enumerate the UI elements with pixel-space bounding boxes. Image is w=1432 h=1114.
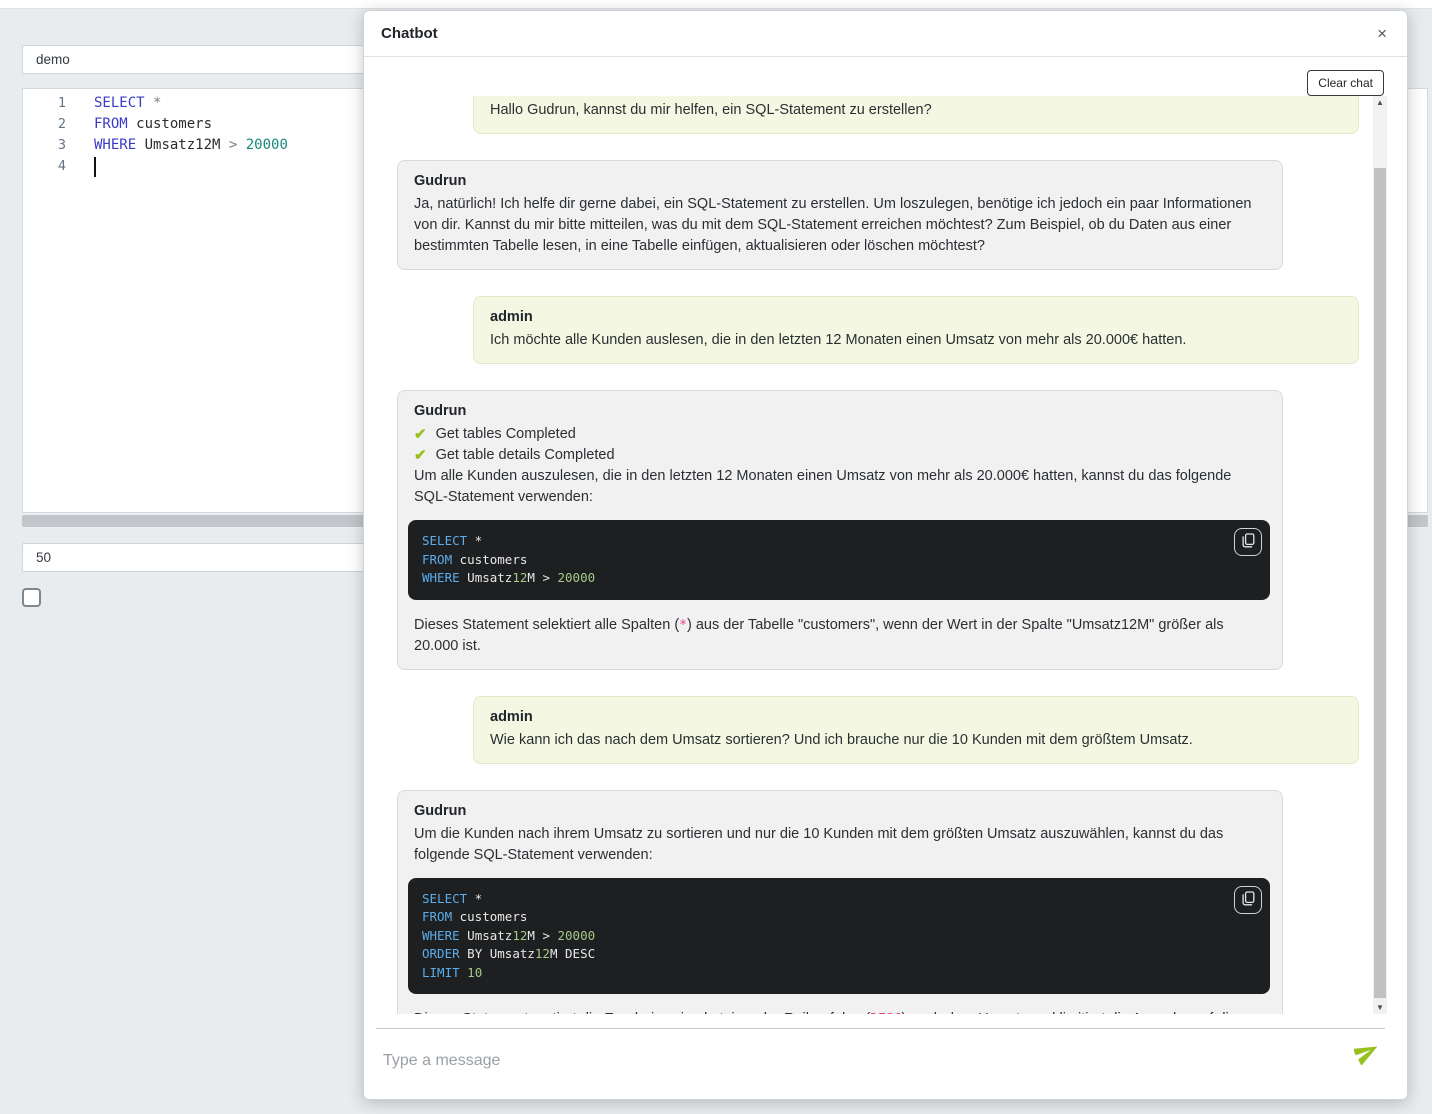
message-author: Gudrun [414, 171, 1266, 191]
sql-code-block: SELECT *FROM customersWHERE Umsatz12M > … [408, 520, 1270, 600]
dialog-title: Chatbot [381, 25, 438, 42]
dialog-header: Chatbot × [364, 11, 1407, 57]
message-text: Um alle Kunden auszulesen, die in den le… [414, 466, 1266, 508]
scrollbar-thumb[interactable] [1374, 168, 1386, 998]
top-strip [0, 0, 1432, 9]
scroll-down-icon[interactable]: ▼ [1373, 1001, 1387, 1014]
chat-message-user: admin Ich möchte alle Kunden auslesen, d… [473, 296, 1359, 364]
chat-scroll-area[interactable]: admin Hallo Gudrun, kannst du mir helfen… [397, 96, 1359, 1014]
paper-plane-icon [1354, 1053, 1380, 1068]
message-author: Gudrun [414, 401, 1266, 421]
message-input[interactable] [383, 1041, 1323, 1081]
option-checkbox[interactable] [22, 588, 41, 607]
code-lines: SELECT *FROM customersWHERE Umsatz12M > … [422, 532, 1256, 588]
chat-vertical-scrollbar[interactable]: ▲ ▼ [1373, 96, 1387, 1014]
sql-code-block: SELECT *FROM customersWHERE Umsatz12M > … [408, 878, 1270, 995]
message-author: admin [490, 307, 1342, 327]
close-icon[interactable]: × [1377, 25, 1387, 42]
code-explanation: Dieses Statement selektiert alle Spalten… [414, 615, 1266, 657]
tool-status-item: ✔ Get tables Completed [414, 424, 1266, 445]
message-author: admin [490, 707, 1342, 727]
check-icon: ✔ [414, 445, 427, 466]
chat-message-bot: Gudrun Um die Kunden nach ihrem Umsatz z… [397, 790, 1283, 1015]
copy-icon [1242, 533, 1255, 551]
chat-input-row [376, 1028, 1385, 1090]
code-explanation: Dieses Statement sortiert die Ergebnisse… [414, 1009, 1266, 1014]
scroll-up-icon[interactable]: ▲ [1373, 96, 1387, 109]
check-icon: ✔ [414, 424, 427, 445]
message-text: Ich möchte alle Kunden auslesen, die in … [490, 330, 1342, 351]
copy-button[interactable] [1234, 528, 1262, 556]
message-author: Gudrun [414, 801, 1266, 821]
chatbot-dialog: Chatbot × Clear chat admin Hallo Gudrun,… [363, 10, 1408, 1100]
message-text: Hallo Gudrun, kannst du mir helfen, ein … [490, 100, 1342, 121]
tool-status-label: Get tables Completed [436, 424, 576, 445]
chat-message-user: admin Wie kann ich das nach dem Umsatz s… [473, 696, 1359, 764]
chat-message-bot: Gudrun Ja, natürlich! Ich helfe dir gern… [397, 160, 1283, 270]
copy-button[interactable] [1234, 886, 1262, 914]
chat-message-user: admin Hallo Gudrun, kannst du mir helfen… [473, 96, 1359, 134]
tool-status-label: Get table details Completed [436, 445, 615, 466]
text-cursor [94, 157, 96, 177]
editor-code[interactable]: SELECT *FROM customersWHERE Umsatz12M > … [94, 93, 288, 177]
code-lines: SELECT *FROM customersWHERE Umsatz12M > … [422, 890, 1256, 983]
tool-status-item: ✔ Get table details Completed [414, 445, 1266, 466]
message-text: Ja, natürlich! Ich helfe dir gerne dabei… [414, 194, 1266, 257]
send-button[interactable] [1353, 1039, 1381, 1067]
chat-message-bot: Gudrun ✔ Get tables Completed ✔ Get tabl… [397, 390, 1283, 670]
copy-icon [1242, 891, 1255, 909]
clear-chat-button[interactable]: Clear chat [1307, 70, 1384, 96]
editor-line-numbers: 1234 [23, 93, 76, 177]
message-text: Um die Kunden nach ihrem Umsatz zu sorti… [414, 824, 1266, 866]
message-text: Wie kann ich das nach dem Umsatz sortier… [490, 730, 1342, 751]
message-author: admin [490, 96, 1342, 97]
